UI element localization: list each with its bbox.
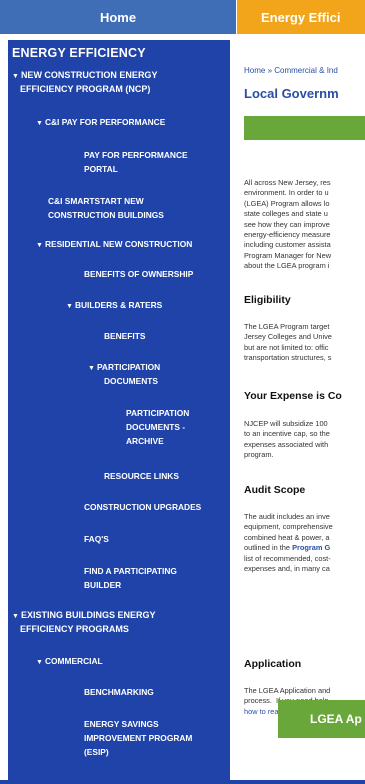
sidebar-item-label: C&I PAY FOR PERFORMANCE <box>44 117 166 127</box>
audit-line: The audit includes an inve <box>244 512 330 521</box>
sidebar-item-label: BENCHMARKING <box>84 687 154 697</box>
application-heading: Application <box>244 658 302 670</box>
sidebar: ENERGY EFFICIENCY ▼ NEW CONSTRUCTION ENER… <box>8 40 230 784</box>
page-title: Local Governm <box>244 86 339 101</box>
sidebar-item-label: RESOURCE LINKS <box>104 471 179 481</box>
chevron-down-icon: ▼ <box>12 613 19 620</box>
sidebar-item-resource-links[interactable]: RESOURCE LINKS <box>104 469 179 484</box>
audit-line: list of recommended, cost- <box>244 553 331 563</box>
tab-home[interactable]: Home <box>0 0 237 34</box>
sidebar-item-residential-new-construction[interactable]: ▼ RESIDENTIAL NEW CONSTRUCTION <box>36 237 192 253</box>
sidebar-item-esip-3[interactable]: (ESIP) <box>84 745 109 760</box>
page: Home Energy Effici ENERGY EFFICIENCY ▼ NE… <box>0 0 365 784</box>
audit-line: equipment, comprehensive <box>244 522 333 532</box>
chevron-down-icon: ▼ <box>66 303 73 310</box>
sidebar-item-label: IMPROVEMENT PROGRAM <box>84 733 193 743</box>
audit-line: outlined in the <box>244 543 293 553</box>
sidebar-item-participation-archive-3[interactable]: ARCHIVE <box>126 434 164 449</box>
sidebar-item-label: ENERGY SAVINGS <box>84 719 159 729</box>
audit-heading: Audit Scope <box>244 484 306 496</box>
sidebar-item-label: FAQ'S <box>84 534 109 544</box>
bottom-divider <box>0 780 365 784</box>
chevron-down-icon: ▼ <box>12 73 19 80</box>
sidebar-item-label: CONSTRUCTION UPGRADES <box>84 502 202 512</box>
chevron-down-icon: ▼ <box>88 365 95 372</box>
audit-text: The audit includes an inve equipment, co… <box>244 512 365 578</box>
sidebar-item-label: BUILDER <box>84 580 122 590</box>
sidebar-item-participation-archive[interactable]: PARTICIPATION <box>126 406 189 421</box>
sidebar-item-builders-raters[interactable]: ▼ BUILDERS & RATERS <box>66 298 162 314</box>
eligibility-text: The LGEA Program target Jersey Colleges … <box>244 322 332 363</box>
sidebar-item-p4p-portal[interactable]: PAY FOR PERFORMANCE <box>84 148 188 163</box>
lgea-application-button[interactable]: LGEA Ap <box>278 700 365 738</box>
tab-energy-efficiency[interactable]: Energy Effici <box>237 0 365 34</box>
sidebar-item-label: BENEFITS <box>104 331 146 341</box>
sidebar-item-benchmarking[interactable]: BENCHMARKING <box>84 685 154 700</box>
sidebar-item-label: EXISTING BUILDINGS ENERGY <box>20 610 156 620</box>
sidebar-item-label: ARCHIVE <box>126 436 164 446</box>
top-nav: Home Energy Effici <box>0 0 365 36</box>
sidebar-item-label: COMMERCIAL <box>44 656 103 666</box>
chevron-down-icon: ▼ <box>36 242 43 249</box>
sidebar-item-label: C&I SMARTSTART NEW <box>48 196 144 206</box>
sidebar-item-label: EFFICIENCY PROGRAMS <box>20 624 129 634</box>
sidebar-item-label: PARTICIPATION <box>126 408 190 418</box>
sidebar-item-esip[interactable]: ENERGY SAVINGS <box>84 717 159 732</box>
sidebar-item-find-builder[interactable]: FIND A PARTICIPATING <box>84 564 177 579</box>
intro-text: All across New Jersey, res environment. … <box>244 178 332 271</box>
main-content: Home » Commercial & Ind Local Governm Al… <box>238 40 365 784</box>
audit-line: combined heat & power, a <box>244 532 330 542</box>
sidebar-item-label: PORTAL <box>84 164 118 174</box>
sidebar-item-label: PARTICIPATION <box>96 362 161 372</box>
sidebar-item-construction-upgrades[interactable]: CONSTRUCTION UPGRADES <box>84 500 201 515</box>
sidebar-item-p4p-portal-2[interactable]: PORTAL <box>84 162 118 177</box>
sidebar-item-label: FIND A PARTICIPATING <box>84 566 177 576</box>
sidebar-item-label: RESIDENTIAL NEW CONSTRUCTION <box>44 239 193 249</box>
sidebar-item-commercial[interactable]: ▼ COMMERCIAL <box>36 654 103 670</box>
sidebar-item-new-construction-2[interactable]: EFFICIENCY PROGRAM (NCP) <box>20 82 150 97</box>
green-banner <box>244 116 365 140</box>
sidebar-item-label: BENEFITS OF OWNERSHIP <box>84 269 194 279</box>
sidebar-item-existing-buildings-2[interactable]: EFFICIENCY PROGRAMS <box>20 622 129 637</box>
sidebar-item-label: DOCUMENTS - <box>126 422 186 432</box>
sidebar-item-faqs[interactable]: FAQ'S <box>84 532 109 547</box>
chevron-down-icon: ▼ <box>36 120 43 127</box>
expense-text: NJCEP will subsidize 100 to an incentive… <box>244 419 330 460</box>
program-guide-link[interactable]: Program G <box>292 543 330 552</box>
sidebar-item-ci-pay-for-performance[interactable]: ▼ C&I PAY FOR PERFORMANCE <box>36 115 165 131</box>
sidebar-item-label: (ESIP) <box>84 747 109 757</box>
sidebar-item-label: CONSTRUCTION BUILDINGS <box>48 210 164 220</box>
breadcrumb[interactable]: Home » Commercial & Ind <box>244 66 338 75</box>
sidebar-item-ci-smartstart[interactable]: C&I SMARTSTART NEW <box>48 194 144 209</box>
sidebar-item-ci-smartstart-2[interactable]: CONSTRUCTION BUILDINGS <box>48 208 164 223</box>
sidebar-item-participation-documents-2[interactable]: DOCUMENTS <box>104 374 158 389</box>
sidebar-item-label: EFFICIENCY PROGRAM (NCP) <box>20 84 151 94</box>
audit-line: expenses and, in many ca <box>244 564 330 574</box>
sidebar-item-benefits[interactable]: BENEFITS <box>104 329 145 344</box>
expense-heading: Your Expense is Co <box>244 390 342 402</box>
sidebar-item-label: DOCUMENTS <box>104 376 158 386</box>
sidebar-title: ENERGY EFFICIENCY <box>12 46 146 60</box>
sidebar-item-participation-archive-2[interactable]: DOCUMENTS - <box>126 420 185 435</box>
sidebar-item-benefits-of-ownership[interactable]: BENEFITS OF OWNERSHIP <box>84 267 193 282</box>
chevron-down-icon: ▼ <box>36 659 43 666</box>
sidebar-item-find-builder-2[interactable]: BUILDER <box>84 578 121 593</box>
sidebar-item-label: NEW CONSTRUCTION ENERGY <box>20 70 158 80</box>
sidebar-item-label: BUILDERS & RATERS <box>74 300 163 310</box>
sidebar-item-esip-2[interactable]: IMPROVEMENT PROGRAM <box>84 731 192 746</box>
eligibility-heading: Eligibility <box>244 294 291 306</box>
sidebar-item-label: PAY FOR PERFORMANCE <box>84 150 188 160</box>
application-line: The LGEA Application and <box>244 686 331 695</box>
